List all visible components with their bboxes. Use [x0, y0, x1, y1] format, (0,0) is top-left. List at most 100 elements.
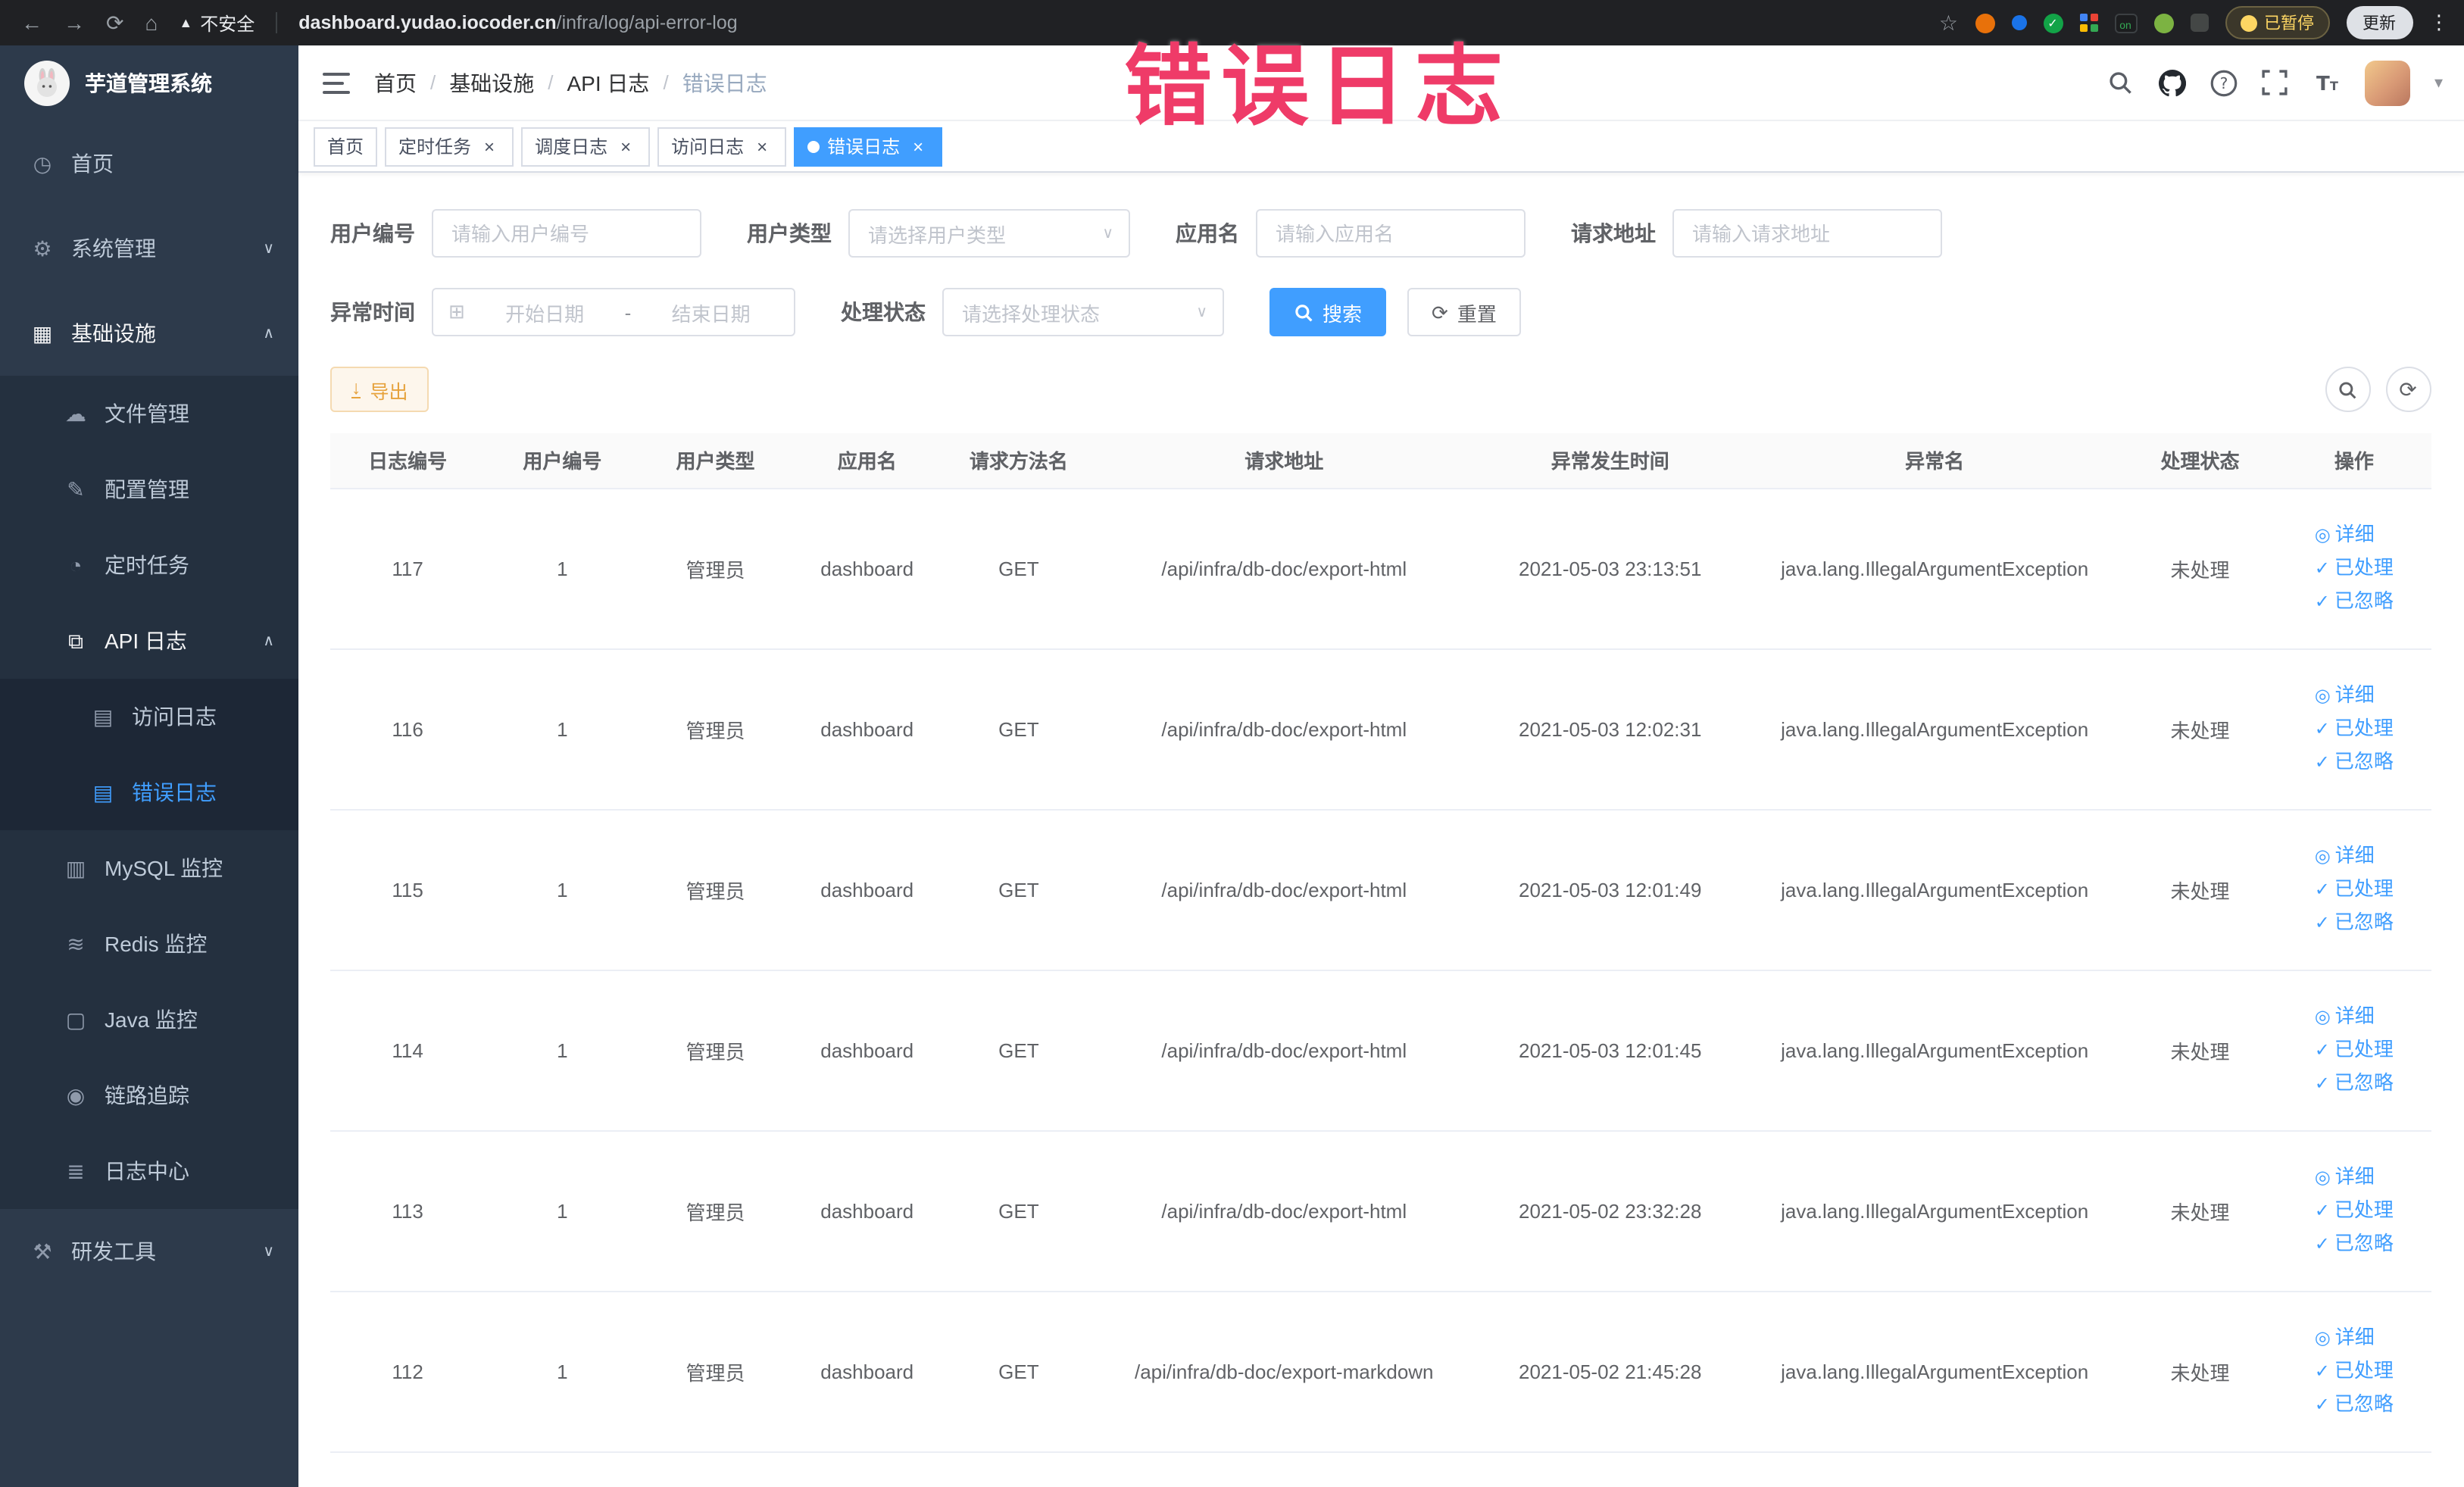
export-button[interactable]: ↓ 导出: [330, 367, 429, 412]
fullscreen-icon[interactable]: [2262, 69, 2289, 96]
sidebar-logo[interactable]: 芋道管理系统: [0, 45, 298, 121]
eye-icon: ◎: [2314, 685, 2331, 706]
close-icon[interactable]: ×: [907, 136, 929, 157]
sidebar-item-error-log[interactable]: ▤ 错误日志: [0, 754, 298, 830]
breadcrumb-item[interactable]: 首页: [374, 67, 417, 98]
close-icon[interactable]: ×: [751, 136, 773, 157]
sidebar-item-config[interactable]: ✎ 配置管理: [0, 451, 298, 527]
processed-link[interactable]: ✓ 已处理: [2315, 1194, 2394, 1227]
browser-back-icon[interactable]: ←: [21, 12, 42, 33]
navbar: 首页 / 基础设施 / API 日志 / 错误日志 ? T T ▾: [298, 45, 2464, 121]
detail-link[interactable]: ◎ 详细: [2315, 518, 2394, 551]
sidebar-item-label: 配置管理: [105, 477, 189, 501]
ignored-link[interactable]: ✓ 已忽略: [2315, 745, 2394, 779]
address-bar[interactable]: dashboard.yudao.iocoder.cn/infra/log/api…: [298, 12, 737, 33]
avatar[interactable]: [2364, 60, 2410, 105]
sidebar-item-log-center[interactable]: ≣ 日志中心: [0, 1133, 298, 1209]
sidebar-item-dev-tools[interactable]: ⚒ 研发工具 ∨: [0, 1209, 298, 1294]
user-id-input[interactable]: [432, 209, 701, 258]
browser-forward-icon[interactable]: →: [64, 12, 85, 33]
extension-icon-3[interactable]: ✓: [2043, 13, 2063, 33]
detail-link[interactable]: ◎ 详细: [2315, 1321, 2394, 1354]
table-header-row: 日志编号 用户编号 用户类型 应用名 请求方法名 请求地址 异常发生时间 异常名…: [330, 433, 2431, 489]
tab-home[interactable]: 首页: [314, 127, 378, 166]
extensions-puzzle-icon[interactable]: [2190, 14, 2208, 32]
tab-schedule-log[interactable]: 调度日志 ×: [521, 127, 651, 166]
sidebar-item-job[interactable]: ◔ 定时任务: [0, 527, 298, 603]
user-type-select[interactable]: 请选择用户类型 ∨: [848, 209, 1130, 258]
ignored-link[interactable]: ✓ 已忽略: [2315, 906, 2394, 939]
sidebar-item-home[interactable]: ◷ 首页: [0, 121, 298, 206]
extension-icon-6[interactable]: [2153, 13, 2173, 33]
detail-link[interactable]: ◎ 详细: [2315, 679, 2394, 712]
ignored-link[interactable]: ✓ 已忽略: [2315, 1067, 2394, 1100]
close-icon[interactable]: ×: [615, 136, 636, 157]
breadcrumb-item[interactable]: 基础设施: [449, 67, 534, 98]
page: 错误日志 ← → ⟳ ⌂ ▲ 不安全 dashboard.yudao.iocod…: [0, 0, 2464, 1487]
sidebar-item-api-log[interactable]: ⧉ API 日志 ∧: [0, 603, 298, 679]
ignored-link[interactable]: ✓ 已忽略: [2315, 1227, 2394, 1261]
browser-home-icon[interactable]: ⌂: [145, 12, 158, 33]
cell-exception-name: java.lang.IllegalArgumentException: [1746, 1291, 2123, 1452]
reset-button[interactable]: ⟳ 重置: [1407, 288, 1521, 336]
hamburger-icon[interactable]: [323, 72, 350, 93]
detail-link[interactable]: ◎ 详细: [2315, 1161, 2394, 1194]
paused-badge[interactable]: 已暂停: [2225, 6, 2329, 39]
extension-icon-1[interactable]: [1975, 13, 1994, 33]
toggle-search-button[interactable]: [2325, 367, 2370, 412]
cell-actions: ◎ 详细 ✓ 已处理 ✓ 已忽略: [2277, 648, 2431, 810]
browser-reload-icon[interactable]: ⟳: [106, 12, 123, 33]
update-button[interactable]: 更新: [2346, 6, 2412, 39]
help-icon[interactable]: ?: [2210, 69, 2238, 96]
cell-user-id: 1: [485, 1291, 640, 1452]
sidebar-item-infrastructure[interactable]: ▦ 基础设施 ∧: [0, 291, 298, 376]
breadcrumb-separator: /: [430, 71, 436, 94]
sidebar-item-label: 日志中心: [105, 1159, 189, 1183]
ignored-link[interactable]: ✓ 已忽略: [2315, 585, 2394, 618]
processed-link[interactable]: ✓ 已处理: [2315, 1033, 2394, 1067]
bookmark-star-icon[interactable]: ☆: [1939, 12, 1958, 33]
sidebar-item-file[interactable]: ☁ 文件管理: [0, 376, 298, 451]
search-button[interactable]: 搜索: [1269, 288, 1387, 336]
detail-link[interactable]: ◎ 详细: [2315, 1000, 2394, 1033]
sidebar-item-mysql[interactable]: ▥ MySQL 监控: [0, 830, 298, 906]
font-size-icon[interactable]: TT: [2313, 69, 2341, 96]
browser-menu-icon[interactable]: ⋮: [2429, 11, 2449, 35]
sidebar-item-redis[interactable]: ≋ Redis 监控: [0, 906, 298, 982]
ignored-link[interactable]: ✓ 已忽略: [2315, 1388, 2394, 1421]
app-name-input[interactable]: [1256, 209, 1526, 258]
cell-request-url: /api/infra/db-doc/export-html: [1095, 1130, 1474, 1292]
date-range-picker[interactable]: ⊞ 开始日期 - 结束日期: [432, 288, 795, 336]
cell-status: 未处理: [2122, 648, 2278, 810]
request-url-input[interactable]: [1672, 209, 1942, 258]
check-icon: ✓: [2314, 591, 2330, 612]
tab-error-log[interactable]: 错误日志 ×: [794, 127, 943, 166]
sidebar-item-system[interactable]: ⚙ 系统管理 ∨: [0, 206, 298, 291]
processed-link[interactable]: ✓ 已处理: [2315, 712, 2394, 745]
sidebar-item-access-log[interactable]: ▤ 访问日志: [0, 679, 298, 754]
filter-app-name: 应用名: [1176, 209, 1526, 258]
extension-icon-2[interactable]: [2011, 15, 2026, 30]
processed-link[interactable]: ✓ 已处理: [2315, 873, 2394, 906]
close-icon[interactable]: ×: [479, 136, 500, 157]
github-icon[interactable]: [2158, 69, 2186, 96]
processed-link[interactable]: ✓ 已处理: [2315, 551, 2394, 585]
search-icon[interactable]: [2107, 69, 2135, 96]
eye-icon: ◎: [2314, 845, 2331, 867]
avatar-caret-down-icon[interactable]: ▾: [2434, 73, 2443, 92]
check-icon: ✓: [2314, 751, 2330, 773]
sidebar-item-trace[interactable]: ◉ 链路追踪: [0, 1057, 298, 1133]
detail-link[interactable]: ◎ 详细: [2315, 839, 2394, 873]
sidebar-item-java[interactable]: ▢ Java 监控: [0, 982, 298, 1057]
extension-icon-5[interactable]: on: [2114, 13, 2137, 33]
tab-job[interactable]: 定时任务 ×: [385, 127, 514, 166]
cell-actions: ◎ 详细 ✓ 已处理 ✓ 已忽略: [2277, 1291, 2431, 1452]
breadcrumb-item[interactable]: API 日志: [567, 67, 650, 98]
processed-link[interactable]: ✓ 已处理: [2315, 1354, 2394, 1388]
tab-access-log[interactable]: 访问日志 ×: [657, 127, 787, 166]
eye-icon: ◉: [66, 1082, 86, 1107]
extension-icon-4[interactable]: [2079, 14, 2097, 32]
refresh-table-button[interactable]: ⟳: [2385, 367, 2431, 412]
process-status-select[interactable]: 请选择处理状态 ∨: [942, 288, 1224, 336]
security-chip[interactable]: ▲ 不安全: [179, 10, 255, 36]
